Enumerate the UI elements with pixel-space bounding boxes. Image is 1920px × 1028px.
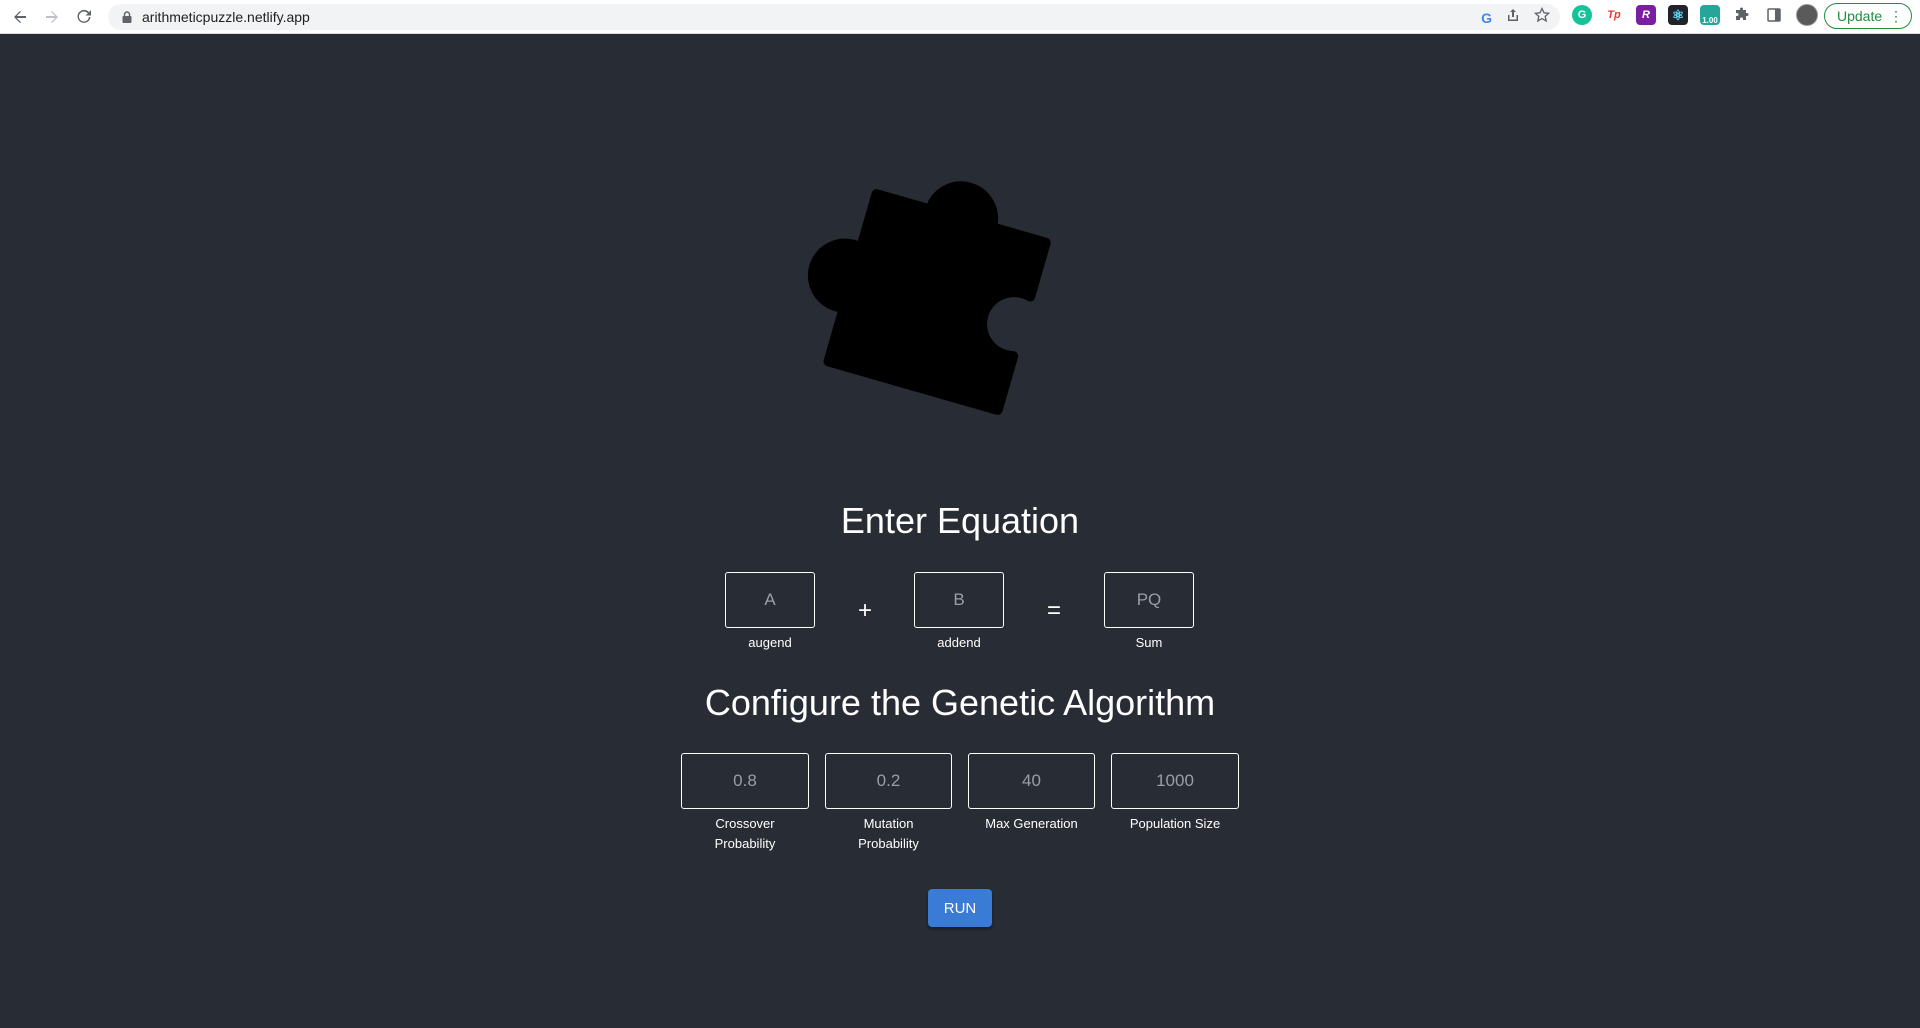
react-devtools-icon[interactable]: ⚛	[1668, 5, 1688, 25]
grammarly-icon[interactable]: G	[1572, 5, 1592, 25]
forward-icon[interactable]	[40, 5, 64, 29]
run-button[interactable]: RUN	[928, 889, 992, 927]
plus-sign: +	[857, 597, 872, 624]
google-icon[interactable]: G	[1481, 10, 1492, 26]
reload-icon[interactable]	[72, 5, 96, 29]
crossover-field-group: CrossoverProbability	[681, 753, 809, 854]
extensions-bar: G Tp R ⚛ 1.00	[1572, 4, 1818, 26]
puzzle-piece-logo	[807, 181, 1051, 415]
browser-toolbar: arithmeticpuzzle.netlify.app G G Tp R ⚛ …	[0, 0, 1920, 34]
population-size-label: Population Size	[1129, 816, 1221, 831]
url-text: arithmeticpuzzle.netlify.app	[142, 9, 310, 25]
max-generation-field-group: Max Generation	[968, 753, 1095, 834]
update-button[interactable]: Update ⋮	[1824, 3, 1912, 29]
update-label: Update	[1837, 8, 1883, 24]
augend-field-group: augend	[725, 572, 815, 653]
population-size-field-group: Population Size	[1111, 753, 1239, 834]
share-icon[interactable]	[1506, 8, 1520, 27]
side-panel-icon[interactable]	[1764, 5, 1784, 25]
mutation-probability-input[interactable]	[825, 753, 952, 809]
address-bar[interactable]: arithmeticpuzzle.netlify.app G	[108, 4, 1560, 30]
crossover-probability-input[interactable]	[681, 753, 809, 809]
sum-label: Sum	[1135, 635, 1163, 650]
puzzle-extensions-icon[interactable]	[1732, 5, 1752, 25]
sum-input[interactable]	[1104, 572, 1194, 628]
addend-input[interactable]	[914, 572, 1004, 628]
max-generation-input[interactable]	[968, 753, 1095, 809]
mutation-field-group: MutationProbability	[825, 753, 952, 854]
enter-equation-heading: Enter Equation	[840, 500, 1080, 541]
mutation-probability-label: Mutation Probability	[858, 816, 919, 851]
tp-extension-icon[interactable]: Tp	[1604, 5, 1624, 25]
r-extension-icon[interactable]: R	[1636, 5, 1656, 25]
sum-field-group: Sum	[1104, 572, 1194, 653]
max-generation-label: Max Generation	[985, 816, 1078, 831]
equals-sign: =	[1046, 597, 1061, 624]
bookmark-star-icon[interactable]	[1533, 6, 1551, 28]
population-size-input[interactable]	[1111, 753, 1239, 809]
configure-ga-heading: Configure the Genetic Algorithm	[704, 682, 1216, 723]
kebab-menu-icon[interactable]: ⋮	[1889, 9, 1903, 23]
augend-input[interactable]	[725, 572, 815, 628]
addend-label: addend	[937, 635, 981, 650]
augend-label: augend	[748, 635, 792, 650]
crossover-probability-label: Crossover Probability	[714, 816, 776, 851]
speed-extension-icon[interactable]: 1.00	[1700, 5, 1720, 25]
addend-field-group: addend	[914, 572, 1004, 653]
avatar[interactable]	[1796, 4, 1818, 26]
back-icon[interactable]	[8, 5, 32, 29]
lock-icon	[120, 10, 134, 24]
